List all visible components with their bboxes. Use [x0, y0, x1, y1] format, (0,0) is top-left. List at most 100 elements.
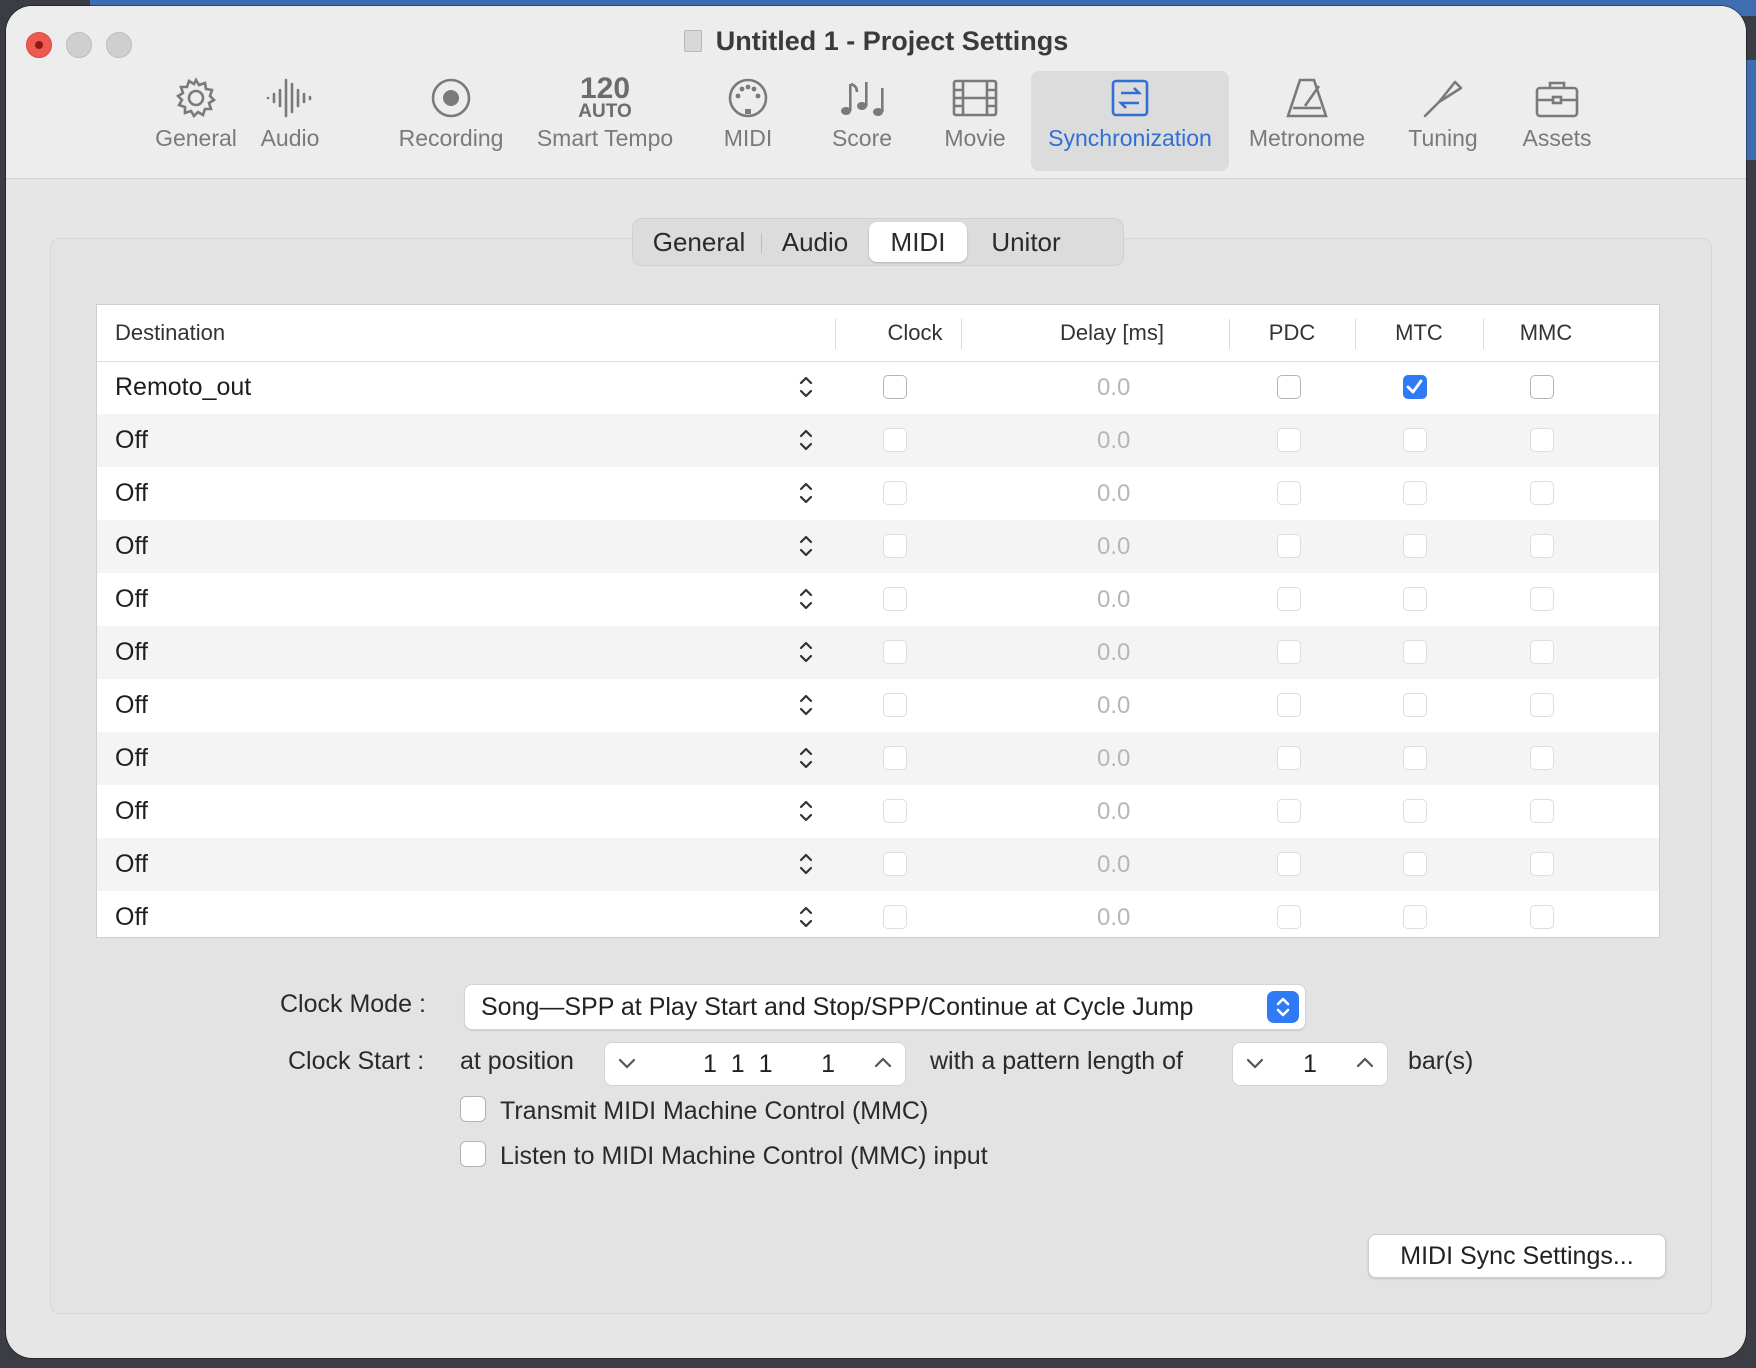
clock-checkbox[interactable]: [883, 481, 907, 505]
delay-value[interactable]: 0.0: [1097, 361, 1130, 414]
mtc-checkbox[interactable]: [1403, 534, 1427, 558]
mtc-checkbox[interactable]: [1403, 693, 1427, 717]
toolbar-tuning[interactable]: Tuning: [1398, 71, 1488, 171]
toolbar-score[interactable]: Score: [821, 71, 903, 171]
mtc-checkbox[interactable]: [1403, 481, 1427, 505]
toolbar-movie[interactable]: Movie: [934, 71, 1016, 171]
mmc-checkbox[interactable]: [1530, 905, 1554, 929]
table-row[interactable]: Off 0.0: [97, 414, 1659, 467]
table-row[interactable]: Off 0.0: [97, 679, 1659, 732]
pattern-length-value[interactable]: 1: [1303, 1043, 1317, 1085]
pdc-checkbox[interactable]: [1277, 852, 1301, 876]
delay-value[interactable]: 0.0: [1097, 838, 1130, 891]
mmc-checkbox[interactable]: [1530, 428, 1554, 452]
table-row[interactable]: Off 0.0: [97, 467, 1659, 520]
clock-checkbox[interactable]: [883, 428, 907, 452]
pdc-checkbox[interactable]: [1277, 587, 1301, 611]
destination-popup-arrows-icon[interactable]: [797, 425, 815, 455]
clock-checkbox[interactable]: [883, 746, 907, 770]
delay-value[interactable]: 0.0: [1097, 467, 1130, 520]
header-mmc[interactable]: MMC: [1511, 305, 1581, 361]
chevron-up-icon[interactable]: [873, 1055, 893, 1071]
tab-unitor[interactable]: Unitor: [971, 222, 1081, 262]
delay-value[interactable]: 0.0: [1097, 520, 1130, 573]
destination-popup-arrows-icon[interactable]: [797, 372, 815, 402]
listen-mmc-checkbox[interactable]: [460, 1141, 486, 1167]
toolbar-audio[interactable]: Audio: [250, 71, 330, 171]
chevron-down-icon[interactable]: [617, 1055, 637, 1071]
toolbar-assets[interactable]: Assets: [1512, 71, 1602, 171]
delay-value[interactable]: 0.0: [1097, 626, 1130, 679]
table-row[interactable]: Remoto_out 0.0: [97, 361, 1659, 414]
mtc-checkbox[interactable]: [1403, 746, 1427, 770]
table-row[interactable]: Off 0.0: [97, 626, 1659, 679]
toolbar-metronome[interactable]: Metronome: [1242, 71, 1372, 171]
delay-value[interactable]: 0.0: [1097, 573, 1130, 626]
mtc-checkbox[interactable]: [1403, 375, 1427, 399]
mmc-checkbox[interactable]: [1530, 693, 1554, 717]
clock-checkbox[interactable]: [883, 852, 907, 876]
listen-mmc-label[interactable]: Listen to MIDI Machine Control (MMC) inp…: [500, 1142, 988, 1171]
pdc-checkbox[interactable]: [1277, 693, 1301, 717]
toolbar-general[interactable]: General: [146, 71, 246, 171]
tab-general[interactable]: General: [641, 222, 757, 262]
destination-popup-arrows-icon[interactable]: [797, 743, 815, 773]
pdc-checkbox[interactable]: [1277, 534, 1301, 558]
mtc-checkbox[interactable]: [1403, 640, 1427, 664]
mtc-checkbox[interactable]: [1403, 587, 1427, 611]
destination-popup-arrows-icon[interactable]: [797, 796, 815, 826]
mmc-checkbox[interactable]: [1530, 799, 1554, 823]
delay-value[interactable]: 0.0: [1097, 785, 1130, 838]
table-row[interactable]: Off 0.0: [97, 732, 1659, 785]
toolbar-smart-tempo[interactable]: 120 AUTO Smart Tempo: [530, 71, 680, 171]
mmc-checkbox[interactable]: [1530, 746, 1554, 770]
clock-start-position-stepper[interactable]: 1 1 1 1: [604, 1042, 906, 1086]
header-delay[interactable]: Delay [ms]: [1037, 305, 1187, 361]
toolbar-midi[interactable]: MIDI: [708, 71, 788, 171]
mtc-checkbox[interactable]: [1403, 799, 1427, 823]
destination-popup-arrows-icon[interactable]: [797, 637, 815, 667]
header-mtc[interactable]: MTC: [1384, 305, 1454, 361]
pdc-checkbox[interactable]: [1277, 428, 1301, 452]
transmit-mmc-label[interactable]: Transmit MIDI Machine Control (MMC): [500, 1097, 928, 1126]
tab-audio[interactable]: Audio: [765, 222, 865, 262]
mtc-checkbox[interactable]: [1403, 852, 1427, 876]
table-row[interactable]: Off 0.0: [97, 785, 1659, 838]
table-row[interactable]: Off 0.0: [97, 838, 1659, 891]
pdc-checkbox[interactable]: [1277, 799, 1301, 823]
mmc-checkbox[interactable]: [1530, 640, 1554, 664]
transmit-mmc-checkbox[interactable]: [460, 1096, 486, 1122]
mmc-checkbox[interactable]: [1530, 534, 1554, 558]
pdc-checkbox[interactable]: [1277, 481, 1301, 505]
delay-value[interactable]: 0.0: [1097, 732, 1130, 785]
delay-value[interactable]: 0.0: [1097, 414, 1130, 467]
table-row[interactable]: Off 0.0: [97, 520, 1659, 573]
pdc-checkbox[interactable]: [1277, 746, 1301, 770]
header-pdc[interactable]: PDC: [1257, 305, 1327, 361]
pdc-checkbox[interactable]: [1277, 640, 1301, 664]
pdc-checkbox[interactable]: [1277, 375, 1301, 399]
mmc-checkbox[interactable]: [1530, 481, 1554, 505]
clock-checkbox[interactable]: [883, 375, 907, 399]
delay-value[interactable]: 0.0: [1097, 891, 1130, 937]
table-row[interactable]: Off 0.0: [97, 891, 1659, 937]
clock-checkbox[interactable]: [883, 640, 907, 664]
toolbar-synchronization[interactable]: Synchronization: [1031, 71, 1229, 171]
chevron-down-icon[interactable]: [1245, 1055, 1265, 1071]
clock-checkbox[interactable]: [883, 693, 907, 717]
destination-popup-arrows-icon[interactable]: [797, 584, 815, 614]
clock-checkbox[interactable]: [883, 534, 907, 558]
table-row[interactable]: Off 0.0: [97, 573, 1659, 626]
clock-start-position-value[interactable]: 1 1 1 1: [703, 1043, 835, 1085]
tab-midi[interactable]: MIDI: [869, 222, 967, 262]
pdc-checkbox[interactable]: [1277, 905, 1301, 929]
destination-popup-arrows-icon[interactable]: [797, 902, 815, 932]
clock-checkbox[interactable]: [883, 799, 907, 823]
clock-checkbox[interactable]: [883, 587, 907, 611]
destination-popup-arrows-icon[interactable]: [797, 690, 815, 720]
mmc-checkbox[interactable]: [1530, 375, 1554, 399]
destination-popup-arrows-icon[interactable]: [797, 531, 815, 561]
mmc-checkbox[interactable]: [1530, 852, 1554, 876]
pattern-length-stepper[interactable]: 1: [1232, 1042, 1388, 1086]
toolbar-recording[interactable]: Recording: [394, 71, 508, 171]
